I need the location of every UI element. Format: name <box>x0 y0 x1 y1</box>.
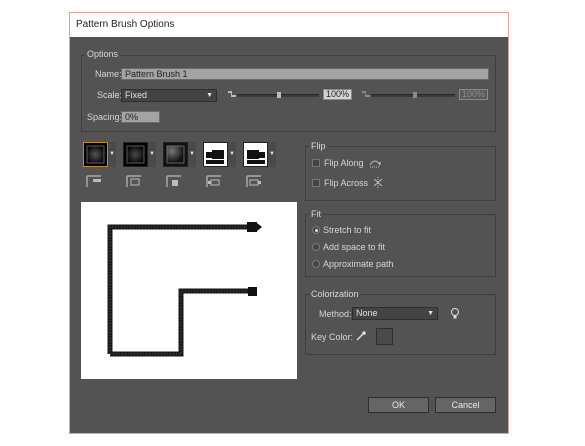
flip-along-checkbox[interactable] <box>312 159 320 167</box>
inner-corner-tile-dropdown[interactable]: ▼ <box>188 142 196 167</box>
spacing-input[interactable]: 0% <box>121 111 160 123</box>
inner-corner-tile-icon <box>166 175 181 187</box>
colorization-group <box>305 294 496 355</box>
chevron-down-icon: ▼ <box>206 92 213 99</box>
scale-dropdown-value: Fixed <box>125 90 148 100</box>
flip-along-label[interactable]: Flip Along <box>324 158 364 168</box>
colorization-group-label: Colorization <box>309 289 361 299</box>
key-color-swatch[interactable] <box>376 328 393 345</box>
scale-variation-slider[interactable] <box>371 92 455 98</box>
flip-group <box>305 146 496 201</box>
fit-group-label: Fit <box>309 209 323 219</box>
end-tile-swatch <box>247 150 265 164</box>
outer-corner-tile-icon <box>126 175 141 187</box>
scale-max-icon <box>362 91 370 97</box>
flip-across-icon <box>373 177 383 188</box>
brush-preview-stroke <box>107 222 262 357</box>
cancel-button[interactable]: Cancel <box>435 397 496 413</box>
spacing-label: Spacing: <box>87 112 123 122</box>
scale-percent-field[interactable]: 100% <box>323 89 352 100</box>
fit-stretch-radio[interactable] <box>312 226 320 234</box>
side-tile-icon <box>86 175 101 187</box>
end-tile-button[interactable] <box>243 142 268 167</box>
tips-lightbulb-icon[interactable] <box>450 307 460 320</box>
flip-across-label[interactable]: Flip Across <box>324 178 368 188</box>
side-tile-swatch <box>86 145 105 164</box>
method-label: Method: <box>319 309 352 319</box>
scale-variation-percent-field[interactable]: 100% <box>459 89 488 100</box>
method-dropdown[interactable]: None ▼ <box>352 307 438 320</box>
flip-along-icon <box>369 160 381 168</box>
scale-label: Scale: <box>97 90 123 100</box>
outer-corner-tile-dropdown[interactable]: ▼ <box>148 142 156 167</box>
outer-corner-tile-button[interactable] <box>123 142 148 167</box>
fit-approximate-radio[interactable] <box>312 260 320 268</box>
ok-button[interactable]: OK <box>368 397 429 413</box>
outer-corner-tile-swatch <box>126 145 145 164</box>
inner-corner-tile-swatch <box>166 145 185 164</box>
options-group-label: Options <box>85 49 121 59</box>
pattern-brush-options-dialog: Pattern Brush Options Options Name: Patt… <box>69 12 509 434</box>
end-tile-dropdown[interactable]: ▼ <box>268 142 276 167</box>
dialog-title: Pattern Brush Options <box>70 13 508 37</box>
scale-slider-thumb[interactable] <box>277 92 281 98</box>
start-tile-dropdown[interactable]: ▼ <box>228 142 236 167</box>
fit-add-space-label[interactable]: Add space to fit <box>323 242 385 252</box>
brush-preview <box>81 202 297 379</box>
start-tile-button[interactable] <box>203 142 228 167</box>
start-tile-icon <box>206 175 221 187</box>
side-tile-button[interactable] <box>83 142 108 167</box>
side-tile-dropdown[interactable]: ▼ <box>108 142 116 167</box>
start-tile-swatch <box>206 150 224 164</box>
end-tile-icon <box>246 175 261 187</box>
fit-add-space-radio[interactable] <box>312 243 320 251</box>
method-dropdown-value: None <box>356 308 378 318</box>
fit-approximate-label[interactable]: Approximate path <box>323 259 394 269</box>
flip-across-checkbox[interactable] <box>312 179 320 187</box>
flip-group-label: Flip <box>309 141 328 151</box>
scale-variation-slider-thumb[interactable] <box>413 92 417 98</box>
scale-min-icon <box>228 91 236 97</box>
fit-stretch-label[interactable]: Stretch to fit <box>323 225 371 235</box>
inner-corner-tile-button[interactable] <box>163 142 188 167</box>
scale-slider[interactable] <box>237 92 319 98</box>
scale-dropdown[interactable]: Fixed ▼ <box>121 89 217 102</box>
name-input[interactable]: Pattern Brush 1 <box>121 68 489 80</box>
eyedropper-icon[interactable] <box>355 330 367 342</box>
name-label: Name: <box>95 69 122 79</box>
chevron-down-icon: ▼ <box>427 310 434 317</box>
key-color-label: Key Color: <box>311 332 354 342</box>
